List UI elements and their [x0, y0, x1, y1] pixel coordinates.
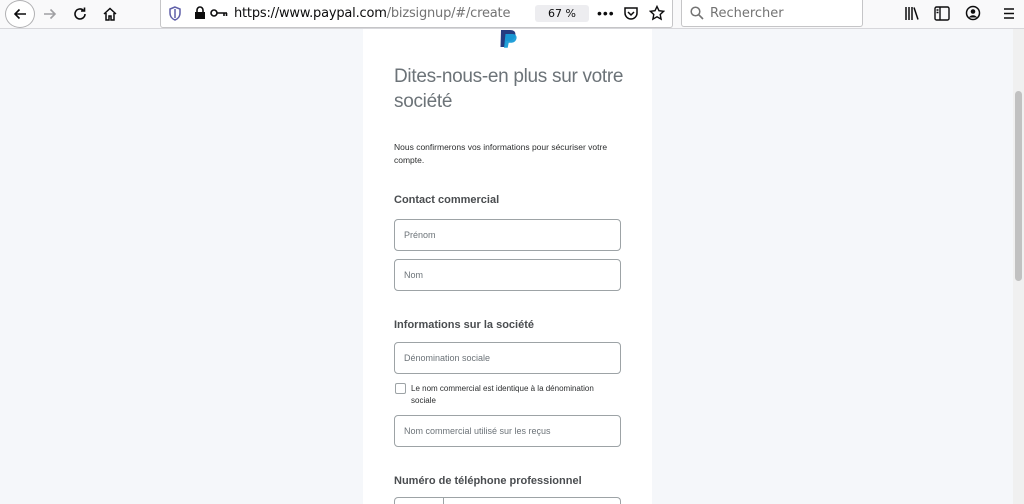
page-actions-icon[interactable]: ••• — [597, 5, 615, 21]
url-bar[interactable]: https://www.paypal.com/bizsignup/#/creat… — [160, 0, 673, 28]
arrow-right-icon — [44, 8, 57, 20]
section-heading-company: Informations sur la société — [394, 319, 534, 331]
trade-name-placeholder: Nom commercial utilisé sur les reçus — [404, 426, 551, 436]
same-name-checkbox[interactable] — [395, 383, 406, 394]
phone-field-divider — [443, 497, 444, 504]
url-text[interactable]: https://www.paypal.com/bizsignup/#/creat… — [234, 6, 510, 21]
zoom-level-badge[interactable]: 67 % — [535, 5, 589, 22]
scrollbar-thumb[interactable] — [1015, 91, 1022, 281]
company-name-placeholder: Dénomination sociale — [404, 353, 491, 363]
forward-button[interactable] — [37, 2, 63, 26]
home-button[interactable] — [97, 2, 123, 26]
intro-text: Nous confirmerons vos informations pour … — [394, 142, 608, 165]
company-name-field[interactable]: Dénomination sociale — [394, 342, 621, 374]
trade-name-field[interactable]: Nom commercial utilisé sur les reçus — [394, 415, 621, 447]
section-heading-contact: Contact commercial — [394, 194, 500, 206]
same-name-checkbox-label[interactable]: Le nom commercial est identique à la dén… — [411, 383, 601, 407]
phone-field[interactable] — [394, 497, 621, 504]
search-icon — [690, 6, 704, 20]
browser-toolbar: https://www.paypal.com/bizsignup/#/creat… — [0, 0, 1024, 29]
paypal-logo-icon — [500, 30, 517, 48]
home-icon — [103, 7, 117, 21]
account-icon[interactable] — [965, 5, 981, 21]
pocket-icon[interactable] — [623, 6, 639, 21]
first-name-placeholder: Prénom — [404, 230, 436, 240]
menu-icon[interactable] — [1003, 7, 1015, 20]
section-heading-phone: Numéro de téléphone professionnel — [394, 475, 582, 487]
page-title: Dites-nous-en plus sur votre société — [394, 66, 624, 112]
last-name-field[interactable]: Nom — [394, 259, 621, 291]
scrollbar[interactable] — [1013, 29, 1024, 504]
search-bar[interactable]: Rechercher — [681, 0, 863, 27]
bookmark-star-icon[interactable] — [649, 5, 665, 21]
reload-icon — [74, 7, 86, 20]
search-placeholder: Rechercher — [710, 6, 784, 21]
last-name-placeholder: Nom — [404, 270, 424, 280]
arrow-left-icon — [13, 8, 26, 20]
back-button[interactable] — [5, 0, 35, 28]
lock-icon — [195, 6, 205, 19]
shield-icon — [169, 6, 181, 21]
reload-button[interactable] — [67, 2, 93, 26]
key-icon — [210, 9, 228, 17]
library-icon[interactable] — [904, 6, 920, 21]
sidebar-icon[interactable] — [934, 6, 950, 21]
first-name-field[interactable]: Prénom — [394, 219, 621, 251]
